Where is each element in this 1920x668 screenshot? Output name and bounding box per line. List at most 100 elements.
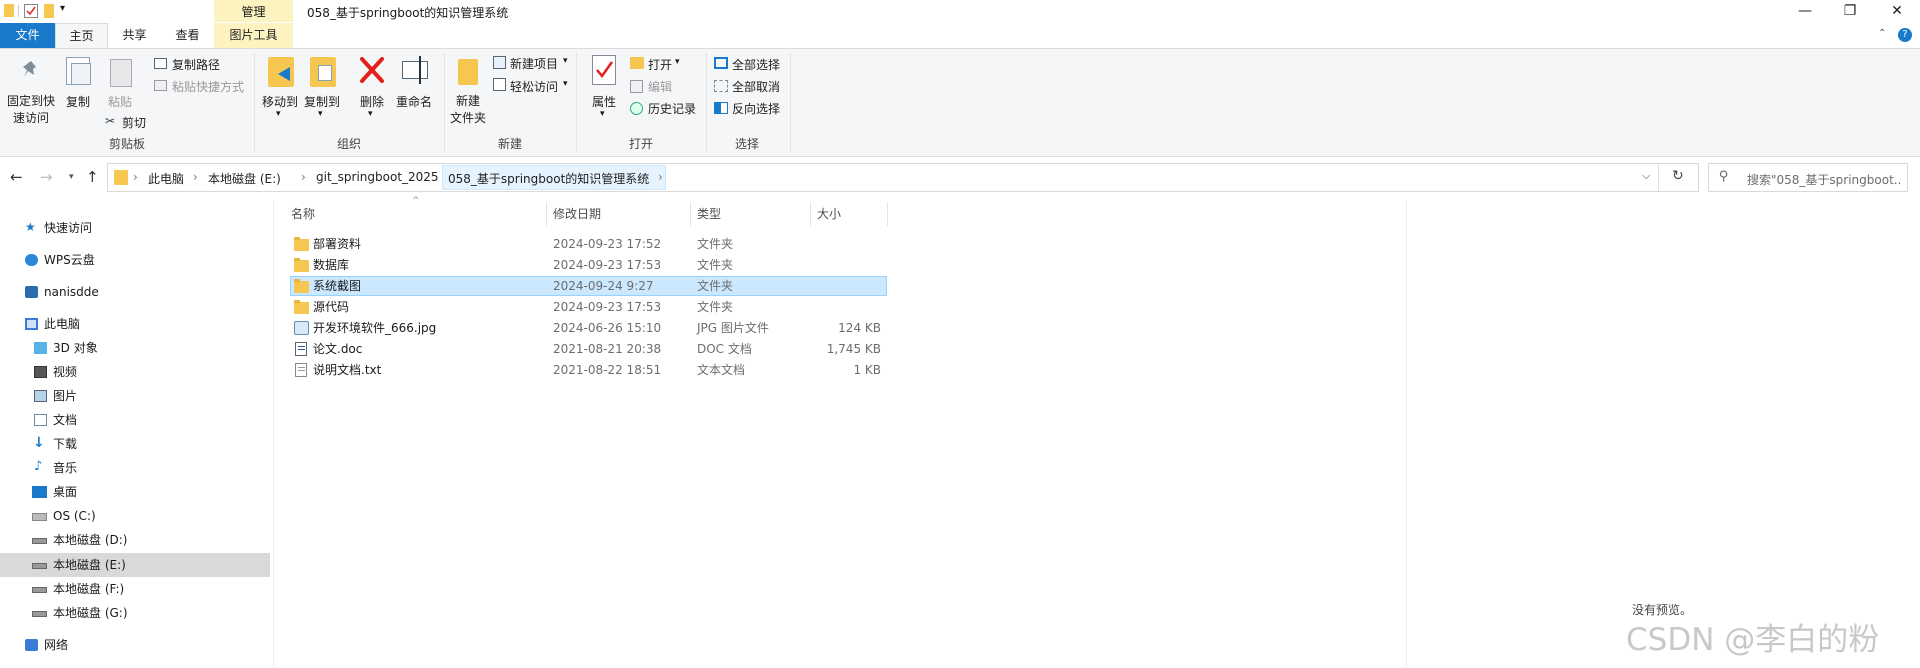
file-row[interactable]: 开发环境软件_666.jpg 2024-06-26 15:10 JPG 图片文件… (290, 318, 887, 338)
new-item-icon (493, 56, 506, 69)
edit-button[interactable]: 编辑 (648, 78, 672, 95)
nav-item-quick-access[interactable]: ★ 快速访问 (0, 216, 270, 240)
file-size: 1,745 KB (826, 342, 881, 356)
file-type: 文本文档 (697, 363, 746, 377)
breadcrumb-current[interactable]: 058_基于springboot的知识管理系统 (448, 170, 649, 187)
file-row[interactable]: 说明文档.txt 2021-08-22 18:51 文本文档 1 KB (290, 360, 887, 380)
nav-item-videos[interactable]: 视频 (0, 360, 270, 384)
chevron-down-icon: ▾ (563, 56, 568, 66)
breadcrumb-git-springboot[interactable]: git_springboot_2025 (316, 170, 439, 184)
file-row[interactable]: 部署资料 2024-09-23 17:52 文件夹 (290, 234, 887, 254)
nav-item-music[interactable]: ♪ 音乐 (0, 456, 270, 480)
search-input[interactable]: 搜索"058_基于springboot... (1747, 171, 1902, 188)
history-button[interactable]: 历史记录 (648, 100, 696, 117)
file-type: 文件夹 (697, 279, 734, 293)
breadcrumb-separator[interactable]: › (301, 170, 306, 184)
breadcrumb-separator[interactable]: › (658, 170, 663, 184)
maximize-button[interactable]: ❐ (1827, 0, 1873, 22)
column-header-type[interactable]: 类型 (697, 205, 721, 222)
forward-arrow-icon[interactable]: → (40, 168, 53, 186)
nav-item-pictures[interactable]: 图片 (0, 384, 270, 408)
nav-item-drive-e[interactable]: 本地磁盘 (E:) (0, 553, 270, 577)
breadcrumb-drive-e[interactable]: 本地磁盘 (E:) (208, 170, 281, 187)
nav-item-desktop[interactable]: 桌面 (0, 480, 270, 504)
back-arrow-icon[interactable]: ← (10, 168, 23, 186)
file-date: 2021-08-22 18:51 (553, 363, 662, 377)
breadcrumb-separator[interactable]: › (133, 170, 138, 184)
search-box[interactable]: ⚲ 搜索"058_基于springboot... (1708, 163, 1908, 192)
tab-share[interactable]: 共享 (108, 23, 161, 48)
paste-icon (110, 59, 132, 87)
copy-button[interactable]: 复制 (66, 93, 90, 110)
cut-button[interactable]: 剪切 (122, 114, 146, 131)
copy-icon (66, 57, 91, 85)
nav-item-this-pc[interactable]: 此电脑 (0, 312, 270, 336)
file-row[interactable]: 数据库 2024-09-23 17:53 文件夹 (290, 255, 887, 275)
collapse-ribbon-icon[interactable]: ⌃ (1878, 28, 1886, 39)
close-button[interactable]: ✕ (1874, 0, 1920, 22)
edit-icon (630, 80, 643, 93)
folder-icon (294, 258, 309, 272)
delete-button[interactable]: 删除 (360, 93, 384, 110)
nav-item-drive-g[interactable]: 本地磁盘 (G:) (0, 601, 270, 625)
group-label-select: 选择 (734, 137, 759, 151)
copy-path-button[interactable]: 复制路径 (172, 56, 220, 73)
file-date: 2024-09-24 9:27 (553, 279, 654, 293)
recent-locations-icon[interactable]: ▾ (69, 172, 74, 182)
tab-view[interactable]: 查看 (161, 23, 214, 48)
invert-selection-button[interactable]: 反向选择 (732, 100, 780, 117)
select-none-button[interactable]: 全部取消 (732, 78, 780, 95)
nav-item-drive-c[interactable]: OS (C:) (0, 504, 270, 528)
jpg-file-icon (294, 321, 309, 335)
nav-item-3d-objects[interactable]: 3D 对象 (0, 336, 270, 360)
tab-home[interactable]: 主页 (55, 23, 108, 48)
paste-shortcut-button[interactable]: 粘贴快捷方式 (172, 78, 244, 95)
address-history-dropdown-icon[interactable]: ⌵ (1642, 169, 1650, 183)
up-arrow-icon[interactable]: ↑ (86, 168, 99, 186)
delete-icon (358, 55, 386, 85)
minimize-button[interactable]: — (1782, 0, 1828, 22)
properties-button[interactable]: 属性 (592, 93, 616, 110)
address-bar[interactable]: › 此电脑 › 本地磁盘 (E:) › git_springboot_2025 … (107, 163, 1699, 192)
tab-picture-tools[interactable]: 图片工具 (214, 23, 293, 48)
breadcrumb-this-pc[interactable]: 此电脑 (148, 170, 184, 187)
chevron-down-icon: ▾ (368, 109, 373, 119)
easy-access-button[interactable]: 轻松访问 (510, 78, 558, 95)
properties-icon[interactable] (24, 4, 38, 18)
nav-item-user[interactable]: nanisdde (0, 280, 270, 304)
nav-item-network[interactable]: 网络 (0, 633, 270, 657)
nav-item-documents[interactable]: 文档 (0, 408, 270, 432)
nav-item-drive-d[interactable]: 本地磁盘 (D:) (0, 528, 270, 552)
new-folder-quick-icon[interactable] (44, 4, 54, 18)
column-header-date[interactable]: 修改日期 (553, 205, 601, 222)
open-button[interactable]: 打开 (648, 56, 672, 73)
folder-icon (294, 237, 309, 251)
new-item-button[interactable]: 新建项目 (510, 55, 558, 72)
help-icon[interactable]: ? (1898, 28, 1912, 42)
paste-shortcut-icon (154, 80, 167, 91)
customize-quick-access-icon[interactable]: ▾ (60, 3, 65, 14)
refresh-icon[interactable]: ↻ (1672, 168, 1684, 184)
file-date: 2024-09-23 17:53 (553, 300, 662, 314)
new-folder-button[interactable]: 新建 文件夹 (450, 93, 486, 127)
column-header-size[interactable]: 大小 (817, 205, 841, 222)
file-row[interactable]: 论文.doc 2021-08-21 20:38 DOC 文档 1,745 KB (290, 339, 887, 359)
select-all-button[interactable]: 全部选择 (732, 56, 780, 73)
nav-item-wps-cloud[interactable]: WPS云盘 (0, 248, 270, 272)
file-type: 文件夹 (697, 237, 734, 251)
file-row[interactable]: 源代码 2024-09-23 17:53 文件夹 (290, 297, 887, 317)
move-to-button[interactable]: 移动到 (262, 93, 298, 110)
tab-file[interactable]: 文件 (0, 23, 55, 48)
pin-to-quick-access-button[interactable]: 固定到快 速访问 (6, 93, 56, 127)
file-type: 文件夹 (697, 300, 734, 314)
paste-button[interactable]: 粘贴 (108, 93, 132, 110)
preview-pane-divider[interactable] (1406, 200, 1407, 668)
column-header-name[interactable]: 名称 (291, 205, 315, 222)
file-row-selected[interactable]: 系统截图 2024-09-24 9:27 文件夹 (290, 276, 887, 296)
nav-item-drive-f[interactable]: 本地磁盘 (F:) (0, 577, 270, 601)
user-icon (25, 286, 38, 298)
copy-to-button[interactable]: 复制到 (304, 93, 340, 110)
breadcrumb-separator[interactable]: › (193, 170, 198, 184)
nav-item-downloads[interactable]: ↓ 下载 (0, 432, 270, 456)
rename-button[interactable]: 重命名 (396, 93, 432, 110)
